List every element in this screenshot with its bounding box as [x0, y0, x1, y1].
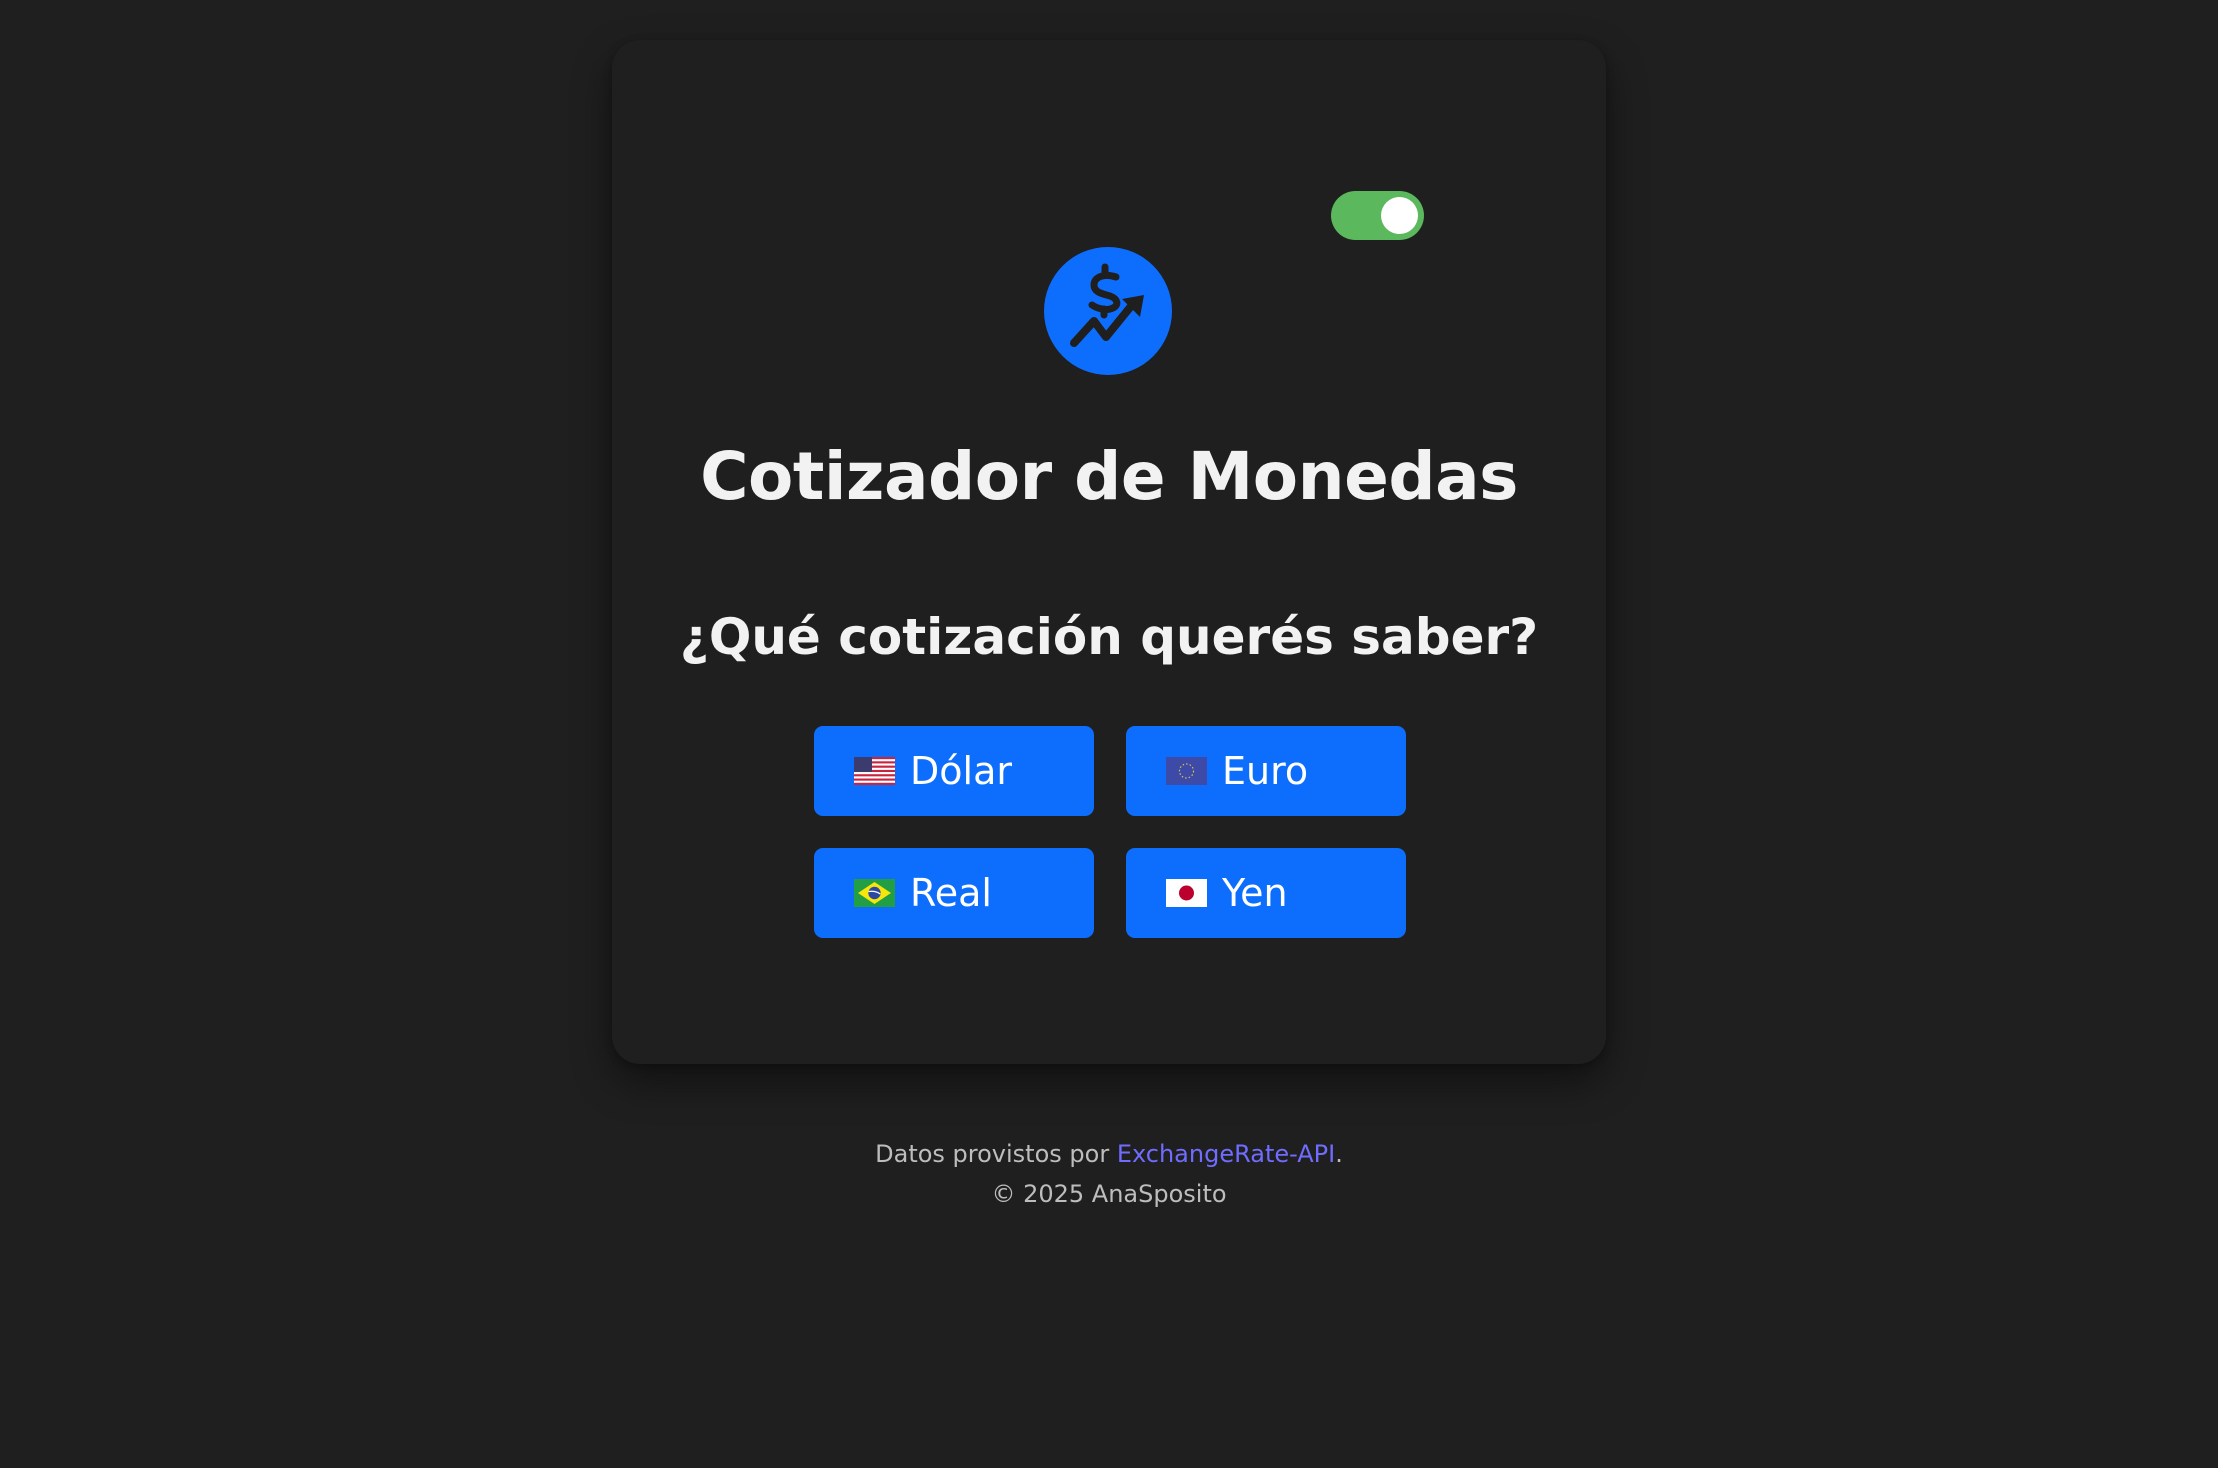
- dollar-trend-icon: [1044, 247, 1172, 375]
- data-source-suffix: .: [1335, 1140, 1343, 1168]
- br-flag-icon: [854, 879, 895, 907]
- exchangerate-api-link[interactable]: ExchangeRate-API: [1117, 1140, 1335, 1168]
- us-flag-icon: [854, 757, 895, 785]
- dolar-button[interactable]: Dólar: [814, 726, 1094, 816]
- question-heading: ¿Qué cotización querés saber?: [679, 608, 1539, 666]
- yen-button[interactable]: Yen: [1126, 848, 1406, 938]
- main-card: [612, 40, 1606, 1064]
- eu-flag-icon: [1166, 757, 1207, 785]
- copyright: © 2025 AnaSposito: [991, 1180, 1227, 1208]
- footer: Datos provistos por ExchangeRate-API. © …: [612, 1134, 1606, 1214]
- toggle-knob: [1381, 197, 1418, 234]
- data-source-prefix: Datos provistos por: [875, 1140, 1117, 1168]
- jp-flag-icon: [1166, 879, 1207, 907]
- page-title: Cotizador de Monedas: [700, 438, 1518, 515]
- yen-label: Yen: [1222, 871, 1288, 915]
- real-label: Real: [910, 871, 992, 915]
- euro-button[interactable]: Euro: [1126, 726, 1406, 816]
- dolar-label: Dólar: [910, 749, 1012, 793]
- real-button[interactable]: Real: [814, 848, 1094, 938]
- euro-label: Euro: [1222, 749, 1309, 793]
- data-source-line: Datos provistos por ExchangeRate-API.: [612, 1134, 1606, 1174]
- theme-toggle[interactable]: [1331, 191, 1424, 240]
